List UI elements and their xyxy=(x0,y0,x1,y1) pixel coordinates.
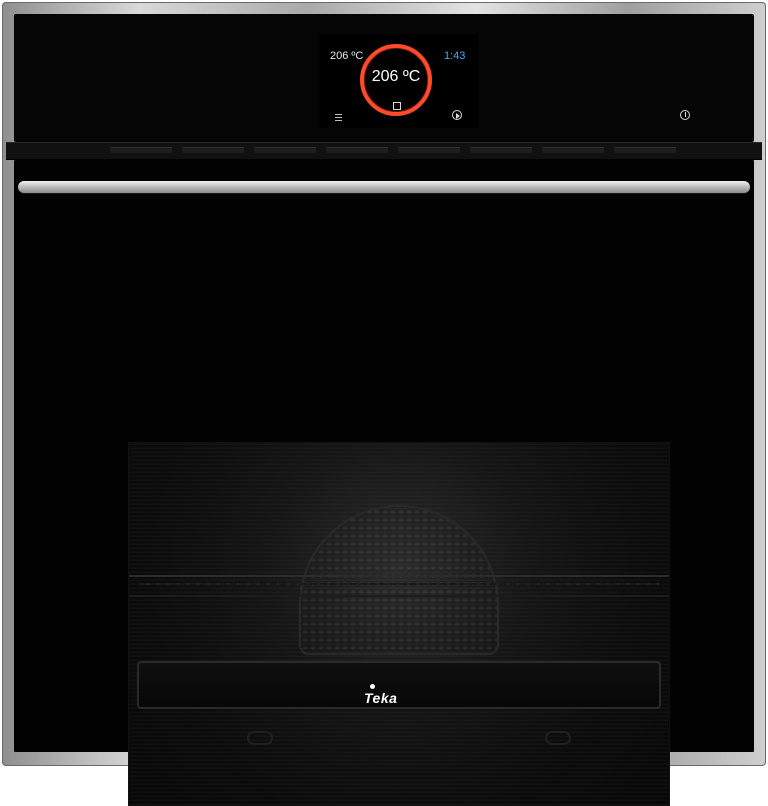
vent-strip xyxy=(6,142,762,160)
oven-front: 206 ºC 1:43 206 ºC Teka xyxy=(0,0,768,806)
vent-slot xyxy=(398,147,460,153)
timer-text[interactable]: 1:43 xyxy=(444,50,465,62)
set-temperature-text[interactable]: 206 ºC xyxy=(366,68,426,86)
oven-mode-icon[interactable] xyxy=(393,102,401,110)
oven-door xyxy=(14,160,754,806)
current-temperature-text: 206 ºC xyxy=(330,50,364,62)
vent-slot xyxy=(182,147,244,153)
tray-foot xyxy=(545,731,571,745)
tray-foot xyxy=(247,731,273,745)
oven-cavity-window xyxy=(128,442,670,806)
wire-rack xyxy=(129,575,669,597)
vent-slot xyxy=(326,147,388,153)
touch-display: 206 ºC 1:43 206 ºC xyxy=(318,34,478,128)
power-icon[interactable] xyxy=(680,110,690,120)
brand-logo: Teka xyxy=(364,690,398,706)
menu-icon[interactable] xyxy=(335,114,342,121)
door-handle[interactable] xyxy=(18,181,750,193)
vent-slot xyxy=(542,147,604,153)
vent-slot xyxy=(614,147,676,153)
vent-slot xyxy=(470,147,532,153)
vent-slot xyxy=(254,147,316,153)
play-icon[interactable] xyxy=(452,110,462,120)
brand-mark-dot xyxy=(370,684,375,689)
control-panel: 206 ºC 1:43 206 ºC xyxy=(14,14,754,142)
vent-slot xyxy=(110,147,172,153)
